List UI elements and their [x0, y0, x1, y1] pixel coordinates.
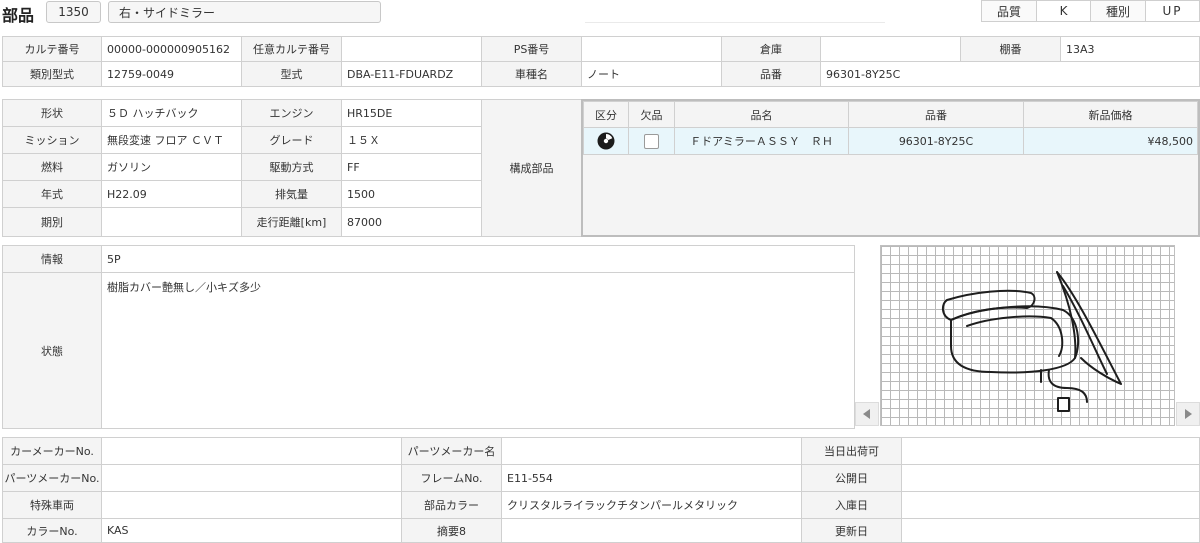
row-missing[interactable] — [628, 127, 675, 155]
part-code: 1350 — [46, 1, 101, 23]
condition-value: 樹脂カバー艶無し／小キズ多少 — [101, 272, 855, 429]
quality-label: 品質 — [981, 0, 1037, 22]
shape-value: ５Ｄ ハッチバック — [101, 99, 242, 127]
shelf-label: 棚番 — [960, 36, 1061, 62]
header-divider — [585, 22, 885, 23]
update-date-value — [901, 518, 1200, 543]
same-day-value — [901, 437, 1200, 465]
car-maker-no-value — [101, 437, 402, 465]
warehouse-label: 倉庫 — [721, 36, 821, 62]
public-date-value — [901, 464, 1200, 492]
class-value: 12759-0049 — [101, 61, 242, 87]
condition-label: 状態 — [2, 272, 102, 429]
partno-label: 品番 — [721, 61, 821, 87]
model-value: DBA-E11-FDUARDZ — [341, 61, 482, 87]
drive-value: FF — [341, 153, 482, 181]
model-label: 型式 — [241, 61, 342, 87]
col-price: 新品価格 — [1023, 101, 1198, 128]
row-category — [583, 127, 629, 155]
frame-no-label: フレームNo. — [401, 464, 502, 492]
warehouse-value — [820, 36, 961, 62]
special-vehicle-label: 特殊車両 — [2, 491, 102, 519]
class-label: 類別型式 — [2, 61, 102, 87]
year-label: 年式 — [2, 180, 102, 208]
partno-value: 96301-8Y25C — [820, 61, 1200, 87]
opt-karte-value — [341, 36, 482, 62]
engine-value: HR15DE — [341, 99, 482, 127]
page-title: 部品 — [2, 6, 35, 25]
shelf-value: 13A3 — [1060, 36, 1200, 62]
color-no-label: カラーNo. — [2, 518, 102, 543]
karte-no-label: カルテ番号 — [2, 36, 102, 62]
shape-label: 形状 — [2, 99, 102, 127]
col-name: 品名 — [674, 101, 849, 128]
fuel-value: ガソリン — [101, 153, 242, 181]
quality-value: K — [1036, 0, 1091, 22]
mission-value: 無段変速 フロア ＣＶＴ — [101, 126, 242, 154]
ps-value — [581, 36, 722, 62]
car-label: 車種名 — [481, 61, 582, 87]
mission-label: ミッション — [2, 126, 102, 154]
col-missing: 欠品 — [628, 101, 675, 128]
karte-no-value: 00000-000000905162 — [101, 36, 242, 62]
gallery-prev[interactable] — [855, 402, 879, 426]
side-mirror-illustration — [941, 271, 1122, 412]
frame-no-value: E11-554 — [501, 464, 802, 492]
gallery-next[interactable] — [1176, 402, 1200, 426]
stock-date-value — [901, 491, 1200, 519]
type-value: UP — [1145, 0, 1200, 22]
displacement-label: 排気量 — [241, 180, 342, 208]
drive-label: 駆動方式 — [241, 153, 342, 181]
grade-label: グレード — [241, 126, 342, 154]
car-maker-no-label: カーメーカーNo. — [2, 437, 102, 465]
opt-karte-label: 任意カルテ番号 — [241, 36, 342, 62]
year-value: H22.09 — [101, 180, 242, 208]
public-date-label: 公開日 — [801, 464, 902, 492]
same-day-label: 当日出荷可 — [801, 437, 902, 465]
fuel-label: 燃料 — [2, 153, 102, 181]
parts-maker-no-value — [101, 464, 402, 492]
grade-value: １５Ｘ — [341, 126, 482, 154]
mileage-label: 走行距離[km] — [241, 207, 342, 237]
summary-label: 摘要8 — [401, 518, 502, 543]
disc-icon — [597, 132, 615, 150]
info-label: 情報 — [2, 245, 102, 273]
checkbox-icon[interactable] — [644, 133, 659, 149]
special-vehicle-value — [101, 491, 402, 519]
chevron-left-icon[interactable] — [863, 409, 871, 419]
stock-date-label: 入庫日 — [801, 491, 902, 519]
chevron-right-icon[interactable] — [1184, 409, 1192, 419]
car-value: ノート — [581, 61, 722, 87]
color-no-value: KAS — [101, 518, 402, 543]
col-partno: 品番 — [848, 101, 1024, 128]
info-value: 5P — [101, 245, 855, 273]
components-label: 構成部品 — [481, 99, 582, 237]
engine-label: エンジン — [241, 99, 342, 127]
part-color-value: クリスタルライラックチタンパールメタリック — [501, 491, 802, 519]
parts-maker-no-label: パーツメーカーNo. — [2, 464, 102, 492]
update-date-label: 更新日 — [801, 518, 902, 543]
part-image — [880, 245, 1175, 426]
period-label: 期別 — [2, 207, 102, 237]
row-name: ＦドアミラーＡＳＳＹ ＲＨ — [674, 127, 849, 155]
type-label: 種別 — [1090, 0, 1146, 22]
row-price: ¥48,500 — [1023, 127, 1198, 155]
displacement-value: 1500 — [341, 180, 482, 208]
parts-maker-name-value — [501, 437, 802, 465]
mileage-value: 87000 — [341, 207, 482, 237]
ps-label: PS番号 — [481, 36, 582, 62]
parts-maker-name-label: パーツメーカー名 — [401, 437, 502, 465]
row-partno: 96301-8Y25C — [848, 127, 1024, 155]
period-value — [101, 207, 242, 237]
part-name: 右・サイドミラー — [108, 1, 381, 23]
part-color-label: 部品カラー — [401, 491, 502, 519]
summary-value — [501, 518, 802, 543]
col-category: 区分 — [583, 101, 629, 128]
